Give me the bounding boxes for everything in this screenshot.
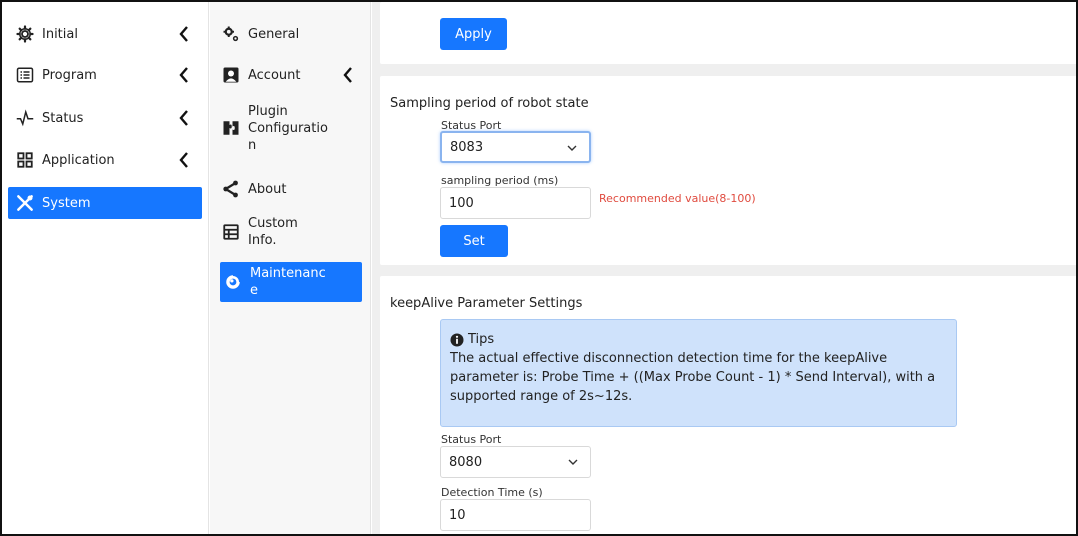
- tips-box: Tips The actual effective disconnection …: [440, 319, 957, 427]
- subnav-item-custom-info[interactable]: Custom Info.: [220, 214, 362, 250]
- subnav-item-maintenance[interactable]: Maintenanc e: [220, 262, 362, 302]
- primary-nav: Initial Program Status Application Syste…: [2, 2, 209, 534]
- tips-text: The actual effective disconnection detec…: [450, 351, 936, 404]
- subnav-item-about[interactable]: About: [220, 177, 362, 201]
- plugin-icon: [220, 117, 242, 139]
- chevron-left-icon: [179, 152, 188, 168]
- sampling-period-value: 100: [449, 195, 474, 211]
- tips-title: Tips: [468, 332, 495, 347]
- list-icon: [14, 64, 36, 86]
- recommended-value-hint: Recommended value(8-100): [599, 192, 756, 205]
- detection-time-input[interactable]: 10: [440, 499, 591, 531]
- nav-item-label: System: [42, 195, 91, 211]
- grid-icon: [14, 149, 36, 171]
- status-port-value: 8083: [450, 139, 484, 155]
- section-title: keepAlive Parameter Settings: [390, 296, 583, 311]
- secondary-nav: General Account Plugin Configuratio n Ab…: [210, 2, 371, 534]
- chevron-left-icon: [179, 110, 188, 126]
- maintenance-icon: [222, 271, 244, 293]
- section-title: Sampling period of robot state: [390, 96, 589, 111]
- nav-item-label: Application: [42, 152, 115, 168]
- apply-card: Apply: [380, 2, 1076, 64]
- table-icon: [220, 221, 242, 243]
- tools-icon: [14, 192, 36, 214]
- subnav-item-label: Custom Info.: [248, 216, 298, 248]
- gear-icon: [14, 23, 36, 45]
- chevron-left-icon: [179, 26, 188, 42]
- detection-time-value: 10: [449, 507, 466, 523]
- status-port-label: Status Port: [441, 433, 502, 446]
- subnav-item-label: About: [248, 181, 287, 197]
- sampling-period-input[interactable]: 100: [440, 187, 591, 219]
- gears-icon: [220, 23, 242, 45]
- nav-item-label: Status: [42, 110, 84, 126]
- nav-item-system[interactable]: System: [8, 187, 202, 219]
- nav-item-application[interactable]: Application: [8, 144, 202, 176]
- set-button[interactable]: Set: [440, 225, 508, 257]
- chevron-down-icon: [568, 459, 578, 465]
- keepalive-card: keepAlive Parameter Settings Tips The ac…: [380, 276, 1076, 534]
- subnav-item-account[interactable]: Account: [220, 63, 362, 87]
- subnav-item-label: Maintenanc e: [250, 266, 326, 298]
- share-icon: [220, 178, 242, 200]
- chevron-left-icon: [179, 67, 188, 83]
- nav-item-program[interactable]: Program: [8, 59, 202, 91]
- pulse-icon: [14, 107, 36, 129]
- subnav-item-label: Account: [248, 67, 301, 83]
- main-content: Apply Sampling period of robot state Sta…: [372, 2, 1076, 534]
- subnav-item-general[interactable]: General: [220, 22, 362, 46]
- chevron-down-icon: [567, 145, 577, 151]
- sampling-card: Sampling period of robot state Status Po…: [380, 76, 1076, 265]
- status-port-select[interactable]: 8083: [440, 131, 591, 163]
- user-icon: [220, 64, 242, 86]
- nav-item-initial[interactable]: Initial: [8, 18, 202, 50]
- nav-item-label: Initial: [42, 26, 78, 42]
- app-window: Initial Program Status Application Syste…: [0, 0, 1078, 536]
- status-port-value: 8080: [449, 454, 483, 470]
- nav-item-label: Program: [42, 67, 97, 83]
- detection-time-label: Detection Time (s): [441, 486, 543, 499]
- info-icon: [450, 333, 464, 346]
- chevron-left-icon: [343, 67, 352, 83]
- apply-button[interactable]: Apply: [440, 18, 507, 50]
- nav-item-status[interactable]: Status: [8, 102, 202, 134]
- subnav-item-label: Plugin Configuratio n: [248, 103, 328, 153]
- sampling-period-label: sampling period (ms): [441, 174, 559, 187]
- subnav-item-label: General: [248, 26, 300, 42]
- keepalive-status-port-select[interactable]: 8080: [440, 446, 591, 478]
- subnav-item-plugin-configuration[interactable]: Plugin Configuratio n: [220, 102, 362, 154]
